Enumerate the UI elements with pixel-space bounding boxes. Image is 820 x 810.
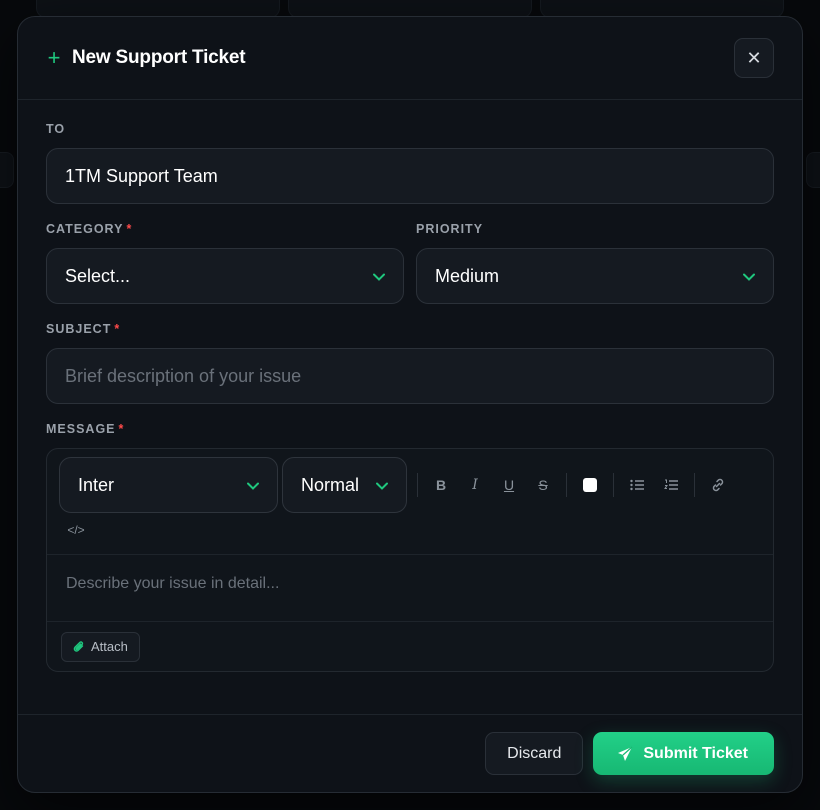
category-label: CATEGORY * <box>46 222 133 236</box>
subject-placeholder: Brief description of your issue <box>65 365 302 386</box>
toolbar-divider <box>566 473 567 497</box>
priority-label: PRIORITY <box>416 222 484 236</box>
subject-input[interactable]: Brief description of your issue <box>46 348 774 404</box>
modal-header: + New Support Ticket ✕ <box>18 17 802 100</box>
new-ticket-modal: + New Support Ticket ✕ TO 1TM Support Te… <box>17 16 803 793</box>
close-icon: ✕ <box>746 47 762 68</box>
attach-button[interactable]: Attach <box>61 631 140 662</box>
size-value: Normal <box>301 474 360 495</box>
bullet-list-icon <box>630 479 644 491</box>
font-select[interactable]: Inter <box>59 457 278 513</box>
close-button[interactable]: ✕ <box>734 38 774 78</box>
subject-label: SUBJECT * <box>46 322 121 336</box>
text-color-button[interactable] <box>575 470 605 500</box>
code-icon: </> <box>67 523 85 537</box>
submit-ticket-button[interactable]: Submit Ticket <box>593 732 774 775</box>
paperclip-icon <box>73 640 84 652</box>
message-textarea[interactable]: Describe your issue in detail... <box>47 555 773 622</box>
message-editor: Inter Normal B I U S </> Describe your i… <box>46 448 774 672</box>
modal-title: New Support Ticket <box>72 47 246 68</box>
attach-label: Attach <box>91 639 128 654</box>
priority-select[interactable]: Medium <box>416 248 774 304</box>
toolbar-divider <box>613 473 614 497</box>
title-wrap: + New Support Ticket <box>46 45 246 70</box>
background-panel-left <box>0 152 14 188</box>
size-select[interactable]: Normal <box>282 457 407 513</box>
form-body: TO 1TM Support Team CATEGORY * Select... … <box>18 100 802 672</box>
chevron-down-icon <box>247 477 259 493</box>
link-icon <box>712 478 724 492</box>
attach-row: Attach <box>47 622 773 671</box>
send-icon <box>618 746 633 761</box>
required-mark: * <box>126 222 133 236</box>
to-field[interactable]: 1TM Support Team <box>46 148 774 204</box>
bullet-list-button[interactable] <box>622 470 652 500</box>
bold-icon: B <box>435 477 447 493</box>
editor-toolbar: Inter Normal B I U S </> <box>47 449 773 555</box>
font-value: Inter <box>78 474 115 495</box>
category-priority-row: CATEGORY * Select... PRIORITY Medium <box>46 222 774 304</box>
numbered-list-icon <box>664 479 678 490</box>
submit-label: Submit Ticket <box>643 744 748 762</box>
required-mark: * <box>118 422 125 436</box>
toolbar-divider <box>417 473 418 497</box>
discard-button[interactable]: Discard <box>485 732 584 775</box>
to-value: 1TM Support Team <box>65 165 218 186</box>
code-button[interactable]: </> <box>61 515 91 545</box>
chevron-down-icon <box>743 268 755 284</box>
priority-value: Medium <box>435 265 500 286</box>
modal-footer: Discard Submit Ticket <box>18 714 802 792</box>
category-value: Select... <box>65 265 131 286</box>
background-panel-right <box>806 152 820 188</box>
toolbar-row-2: </> <box>59 513 761 547</box>
required-mark: * <box>114 322 121 336</box>
chevron-down-icon <box>376 477 388 493</box>
strikethrough-button[interactable]: S <box>528 470 558 500</box>
bold-button[interactable]: B <box>426 470 456 500</box>
numbered-list-button[interactable] <box>656 470 686 500</box>
discard-label: Discard <box>507 744 562 762</box>
strikethrough-icon: S <box>538 477 548 493</box>
underline-icon: U <box>503 477 515 493</box>
message-placeholder: Describe your issue in detail... <box>66 575 280 592</box>
color-swatch-icon <box>583 478 597 492</box>
message-label: MESSAGE * <box>46 422 125 436</box>
toolbar-divider <box>694 473 695 497</box>
to-label: TO <box>46 122 66 136</box>
category-select[interactable]: Select... <box>46 248 404 304</box>
chevron-down-icon <box>373 268 385 284</box>
italic-icon: I <box>472 477 478 493</box>
italic-button[interactable]: I <box>460 470 490 500</box>
plus-icon: + <box>47 45 61 70</box>
underline-button[interactable]: U <box>494 470 524 500</box>
link-button[interactable] <box>703 470 733 500</box>
